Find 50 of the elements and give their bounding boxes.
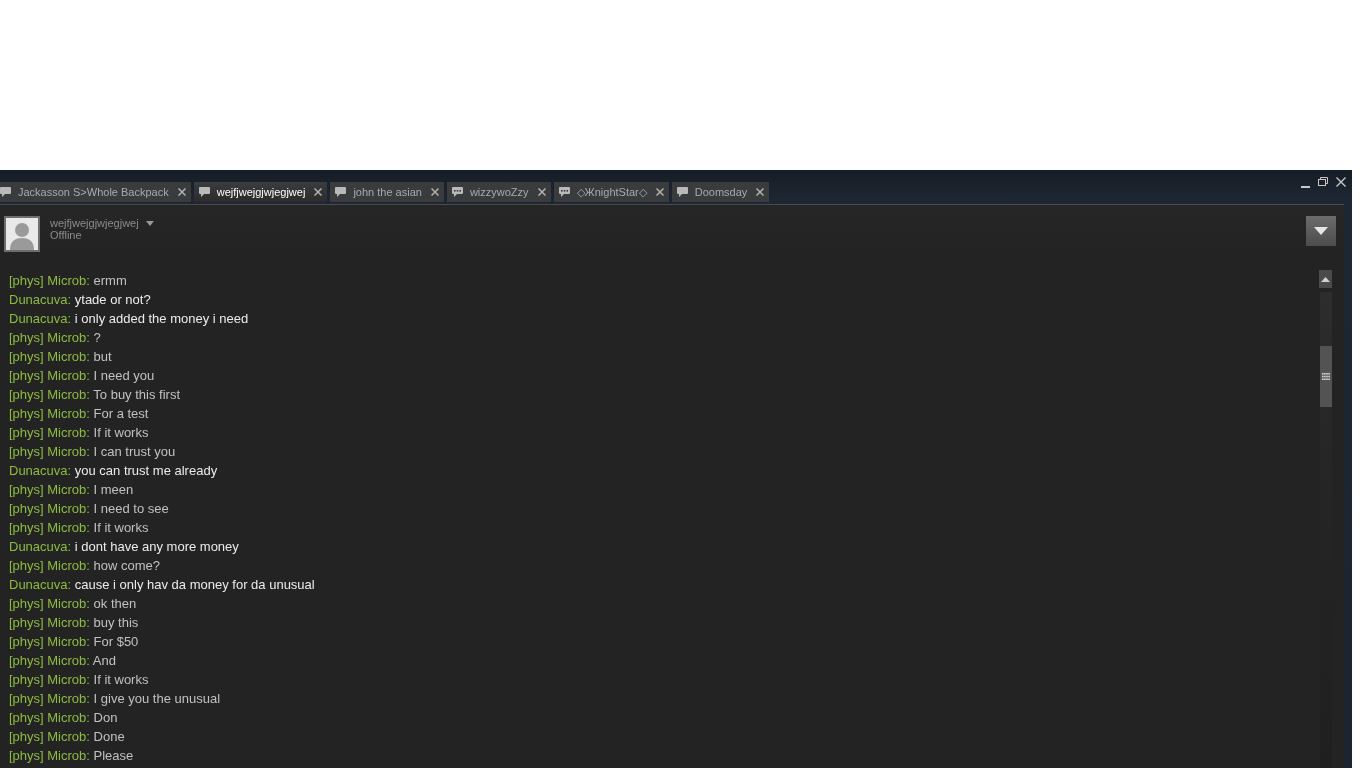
close-icon[interactable] [537,188,546,196]
chat-message: [phys] Microb: Done [9,728,125,746]
chat-message: Dunacuva: cause i only hav da money for da unusual [9,576,315,594]
close-icon[interactable] [430,188,439,196]
friend-status: Offline [50,229,83,241]
chat-message: [phys] Microb: ermm [9,272,127,290]
caret-icon [1314,227,1328,235]
close-icon[interactable] [314,188,323,196]
chat-message: [phys] Microb: And [9,652,116,670]
chat-message: [phys] Microb: If it works [9,424,149,442]
avatar-icon [4,216,40,252]
close-icon[interactable] [1336,177,1346,187]
close-icon[interactable] [756,188,765,196]
friend-name[interactable]: wejfjwejgjwjegjwej [50,217,139,229]
close-icon[interactable] [655,188,664,196]
chat-message: [phys] Microb: If it works [9,671,149,689]
chat-message: [phys] Microb: For $50 [9,633,139,651]
close-icon[interactable] [177,188,186,196]
chat-tab[interactable]: john the asian [330,182,444,202]
caret-icon[interactable] [145,220,154,226]
chat-message: [phys] Microb: ok then [9,595,137,613]
options-dropdown-button[interactable] [1306,216,1336,246]
scrollbar-thumb[interactable] [1320,346,1332,407]
chat-tab[interactable]: wejfjwejgjwjegjwej [193,182,328,202]
chat-message: [phys] Microb: but [9,348,112,366]
chat-message: [phys] Microb: I can trust you [9,443,176,461]
restore-icon[interactable] [1318,177,1328,186]
chat-tab[interactable]: ◇ЖnightStar◇ [553,182,669,202]
chat-tab[interactable]: Doomsday [671,182,770,202]
chat-tab[interactable]: Jackasson S>Whole Backpack [0,182,191,202]
chat-message: [phys] Microb: To buy this first [9,386,180,404]
chat-message: [phys] Microb: I meen [9,481,134,499]
chat-message: [phys] Microb: Please [9,747,134,765]
chat-message: [phys] Microb: I give you the unusual [9,690,221,708]
chat-message: [phys] Microb: how come? [9,557,161,575]
chat-message: Dunacuva: you can trust me already [9,462,218,480]
grip-icon [1322,373,1330,380]
chat-message: [phys] Microb: For a test [9,405,149,423]
chat-message: Dunacuva: ytade or not? [9,291,151,309]
chat-message: Dunacuva: i dont have any more money [9,538,239,556]
chat-message: [phys] Microb: I need to see [9,500,169,518]
caret-icon [1321,276,1330,282]
chat-tab[interactable]: wizzywoZzy [446,182,551,202]
chat-message: [phys] Microb: buy this [9,614,139,632]
chat-message: [phys] Microb: ? [9,329,101,347]
chat-message: Dunacuva: i only added the money i need [9,310,249,328]
chat-message: [phys] Microb: Don [9,709,118,727]
chat-message: [phys] Microb: I need you [9,367,155,385]
scroll-up-button[interactable] [1319,270,1332,288]
chat-message: [phys] Microb: If it works [9,519,149,537]
